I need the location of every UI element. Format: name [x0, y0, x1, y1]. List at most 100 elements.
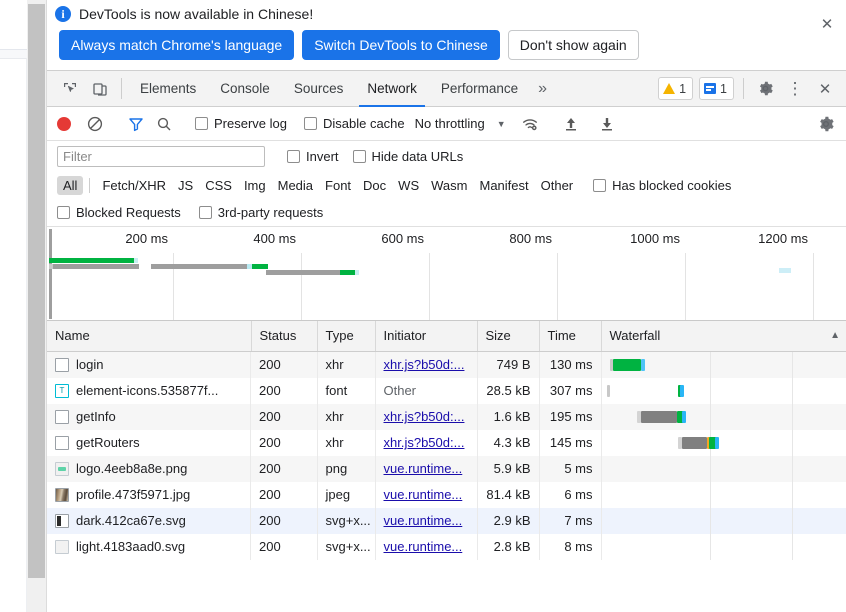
hide-data-urls-checkbox[interactable]: Hide data URLs: [352, 149, 463, 164]
column-header-initiator[interactable]: Initiator: [375, 321, 478, 352]
gear-icon[interactable]: [750, 71, 780, 106]
third-party-requests-checkbox[interactable]: 3rd-party requests: [198, 205, 323, 220]
network-overview-timeline[interactable]: 200 ms 400 ms 600 ms 800 ms 1000 ms 1200 ms: [47, 227, 846, 321]
table-row[interactable]: getInfo 200 xhr xhr.js?b50d:... 1.6 kB 195 ms: [47, 403, 846, 430]
initiator-link[interactable]: xhr.js?b50d:...: [384, 357, 465, 372]
initiator-link[interactable]: xhr.js?b50d:...: [384, 409, 465, 424]
network-conditions-icon[interactable]: [516, 110, 544, 138]
cell-initiator[interactable]: vue.runtime...: [375, 507, 478, 534]
throttling-selector[interactable]: No throttling: [415, 116, 485, 131]
type-filter-fetch-xhr[interactable]: Fetch/XHR: [96, 176, 172, 195]
cell-initiator[interactable]: xhr.js?b50d:...: [375, 351, 478, 378]
column-header-type[interactable]: Type: [317, 321, 376, 352]
clear-button[interactable]: [81, 110, 109, 138]
kebab-menu-icon[interactable]: ⋮: [780, 71, 810, 106]
device-toolbar-icon[interactable]: [85, 71, 115, 106]
chevron-down-icon[interactable]: ▼: [497, 119, 506, 129]
cell-name[interactable]: logo.4eeb8a8e.png: [47, 455, 251, 482]
cell-name[interactable]: getInfo: [47, 403, 251, 430]
type-filter-js[interactable]: JS: [172, 176, 199, 195]
table-row[interactable]: getRouters 200 xhr xhr.js?b50d:... 4.3 kB 145…: [47, 429, 846, 456]
cell-type: xhr: [317, 351, 376, 378]
export-har-icon[interactable]: [593, 110, 621, 138]
column-header-waterfall[interactable]: Waterfall ▲: [601, 321, 846, 352]
type-filter-ws[interactable]: WS: [392, 176, 425, 195]
has-blocked-cookies-checkbox[interactable]: Has blocked cookies: [593, 178, 731, 193]
record-button[interactable]: [57, 116, 71, 131]
table-row[interactable]: Telement-icons.535877f... 200 font Other 28.…: [47, 377, 846, 404]
request-name-label: dark.412ca67e.svg: [76, 513, 186, 528]
network-settings-gear-icon[interactable]: [812, 110, 840, 138]
tab-performance[interactable]: Performance: [429, 71, 530, 106]
type-filter-all[interactable]: All: [57, 175, 84, 195]
table-row[interactable]: light.4183aad0.svg 200 svg+x... vue.runtime…: [47, 533, 846, 560]
font-overview-wait: [53, 264, 139, 269]
column-header-name[interactable]: Name: [47, 321, 252, 352]
cell-initiator[interactable]: vue.runtime...: [375, 481, 478, 508]
tab-console[interactable]: Console: [208, 71, 282, 106]
switch-devtools-language-button[interactable]: Switch DevTools to Chinese: [302, 30, 500, 60]
type-filter-css[interactable]: CSS: [199, 176, 238, 195]
has-blocked-cookies-checkbox-box[interactable]: [593, 178, 607, 192]
overview-left-handle[interactable]: [49, 229, 52, 319]
more-tabs-icon[interactable]: »: [530, 71, 555, 106]
cell-name[interactable]: getRouters: [47, 429, 251, 456]
cell-name[interactable]: Telement-icons.535877f...: [47, 377, 251, 404]
invert-checkbox-box[interactable]: [287, 149, 300, 163]
column-header-status[interactable]: Status: [251, 321, 318, 352]
third-party-requests-checkbox-box[interactable]: [198, 206, 212, 219]
always-match-language-button[interactable]: Always match Chrome's language: [59, 30, 295, 60]
cell-initiator[interactable]: xhr.js?b50d:...: [375, 403, 478, 430]
cell-name[interactable]: dark.412ca67e.svg: [47, 507, 251, 534]
hide-data-urls-checkbox-box[interactable]: [352, 149, 366, 163]
table-row[interactable]: logo.4eeb8a8e.png 200 png vue.runtime... 5.9…: [47, 455, 846, 482]
type-filter-other[interactable]: Other: [535, 176, 580, 195]
preserve-log-checkbox[interactable]: Preserve log: [195, 116, 287, 131]
search-icon[interactable]: [150, 110, 178, 138]
disable-cache-checkbox-box[interactable]: [303, 117, 317, 130]
table-row[interactable]: login 200 xhr xhr.js?b50d:... 749 B 130 ms: [47, 351, 846, 378]
cell-initiator[interactable]: vue.runtime...: [375, 455, 478, 482]
column-header-time[interactable]: Time: [539, 321, 602, 352]
filter-icon[interactable]: [122, 110, 150, 138]
tab-network[interactable]: Network: [355, 71, 429, 107]
cell-size: 2.8 kB: [477, 533, 540, 560]
warning-count-badge[interactable]: 1: [658, 77, 694, 100]
initiator-link[interactable]: xhr.js?b50d:...: [384, 435, 465, 450]
type-filter-font[interactable]: Font: [319, 176, 357, 195]
filter-input[interactable]: [57, 145, 265, 167]
initiator-link[interactable]: vue.runtime...: [384, 539, 463, 554]
type-filter-manifest[interactable]: Manifest: [473, 176, 534, 195]
disable-cache-checkbox[interactable]: Disable cache: [303, 116, 405, 131]
page-scrollbar-thumb[interactable]: [28, 4, 45, 578]
inspect-element-icon[interactable]: [55, 71, 85, 106]
message-count-badge[interactable]: 1: [699, 77, 734, 100]
waterfall-gridline: [791, 507, 793, 534]
import-har-icon[interactable]: [557, 110, 585, 138]
tab-sources[interactable]: Sources: [282, 71, 356, 106]
request-filter-bar: Blocked Requests 3rd-party requests: [47, 199, 846, 227]
cell-initiator[interactable]: xhr.js?b50d:...: [375, 429, 478, 456]
table-row[interactable]: dark.412ca67e.svg 200 svg+x... vue.runtime.…: [47, 507, 846, 534]
cell-name[interactable]: login: [47, 351, 251, 378]
type-filter-doc[interactable]: Doc: [357, 176, 392, 195]
initiator-link[interactable]: vue.runtime...: [384, 461, 463, 476]
column-header-size[interactable]: Size: [477, 321, 540, 352]
initiator-link[interactable]: vue.runtime...: [384, 513, 463, 528]
cell-name[interactable]: light.4183aad0.svg: [47, 533, 251, 560]
invert-checkbox[interactable]: Invert: [287, 149, 339, 164]
blocked-requests-checkbox[interactable]: Blocked Requests: [57, 205, 181, 220]
preserve-log-checkbox-box[interactable]: [195, 117, 208, 130]
tab-elements[interactable]: Elements: [128, 71, 208, 106]
devtools-close-icon[interactable]: ✕: [810, 71, 840, 106]
dont-show-again-button[interactable]: Don't show again: [507, 30, 639, 60]
cell-initiator[interactable]: vue.runtime...: [375, 533, 478, 560]
banner-close-icon[interactable]: ✕: [816, 13, 838, 35]
type-filter-img[interactable]: Img: [238, 176, 272, 195]
blocked-requests-checkbox-box[interactable]: [57, 206, 70, 219]
type-filter-media[interactable]: Media: [272, 176, 319, 195]
initiator-link[interactable]: vue.runtime...: [384, 487, 463, 502]
type-filter-wasm[interactable]: Wasm: [425, 176, 473, 195]
table-row[interactable]: profile.473f5971.jpg 200 jpeg vue.runtime..…: [47, 481, 846, 508]
cell-name[interactable]: profile.473f5971.jpg: [47, 481, 251, 508]
